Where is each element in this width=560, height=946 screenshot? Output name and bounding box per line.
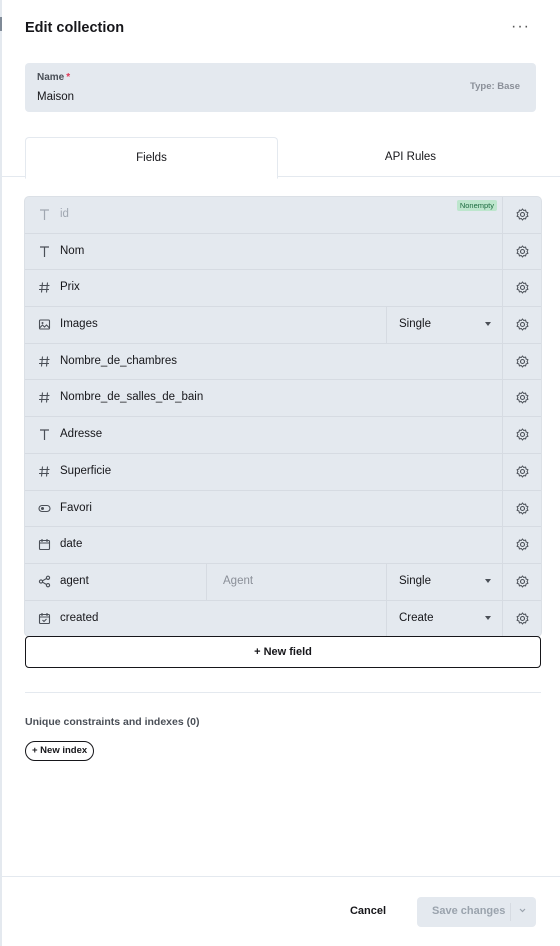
left-edge: [0, 0, 2, 946]
field-name: Nom: [60, 244, 85, 257]
field-name: Favori: [60, 501, 92, 514]
unique-constraints-title: Unique constraints and indexes (0): [25, 716, 200, 728]
save-changes-button[interactable]: Save changes: [417, 897, 536, 927]
section-divider: [25, 692, 541, 693]
cancel-button[interactable]: Cancel: [341, 897, 395, 925]
gear-icon: [516, 501, 529, 515]
number-icon: [39, 392, 50, 403]
name-value[interactable]: Maison: [37, 91, 74, 103]
toggle-icon: [38, 504, 51, 512]
caret-down-icon: [485, 615, 491, 620]
max-select-dropdown[interactable]: Single: [386, 307, 503, 343]
name-field[interactable]: Name * Maison Type: Base: [25, 63, 536, 112]
max-select-dropdown[interactable]: Single: [386, 563, 503, 600]
field-row-agent[interactable]: agent Agent Single: [25, 563, 541, 601]
gear-icon: [516, 575, 529, 588]
collection-select[interactable]: Agent: [206, 563, 387, 600]
field-settings-button[interactable]: [502, 600, 541, 637]
save-separator: [510, 903, 511, 921]
footer-divider: [0, 876, 560, 877]
autodate-dropdown[interactable]: Create: [386, 600, 503, 637]
gear-icon: [516, 208, 529, 221]
field-row-date[interactable]: date: [25, 527, 541, 564]
text-icon: [40, 246, 49, 257]
nonempty-badge: Nonempty: [456, 200, 497, 211]
new-field-button[interactable]: + New field: [25, 636, 541, 668]
field-row-nom[interactable]: Nom: [25, 233, 541, 271]
gear-icon: [516, 281, 529, 295]
relation-icon: [38, 575, 51, 588]
gear-icon: [516, 244, 529, 258]
tab-api-rules[interactable]: API Rules: [285, 137, 536, 177]
gear-icon: [516, 391, 529, 405]
gear-icon: [516, 428, 529, 441]
field-row-nombre-de-salles-de-bain[interactable]: Nombre_de_salles_de_bain: [25, 380, 541, 418]
field-name: date: [60, 538, 83, 551]
field-name: Nombre_de_chambres: [60, 354, 177, 367]
field-row-favori[interactable]: Favori: [25, 490, 541, 528]
field-name: Prix: [60, 281, 80, 294]
field-settings-button[interactable]: [502, 417, 541, 453]
field-name: Nombre_de_salles_de_bain: [60, 391, 204, 404]
field-name: Images: [60, 318, 98, 331]
number-icon: [39, 356, 50, 367]
text-icon: [40, 429, 49, 441]
tab-fields[interactable]: Fields: [25, 137, 278, 179]
field-settings-button[interactable]: [502, 527, 541, 563]
field-name: Superficie: [60, 464, 112, 477]
field-settings-button[interactable]: [502, 453, 541, 490]
fields-list: id Nonempty Nom Prix Images Single Nombr…: [25, 197, 541, 637]
field-settings-button[interactable]: [502, 233, 541, 270]
gear-icon: [516, 318, 529, 331]
chevron-down-icon[interactable]: [519, 907, 526, 914]
collection-type-label: Type: Base: [470, 81, 520, 92]
field-settings-button[interactable]: [502, 380, 541, 417]
calendar-check-icon: [38, 612, 51, 624]
field-settings-button[interactable]: [502, 197, 541, 233]
number-icon: [39, 466, 50, 477]
image-icon: [38, 319, 51, 330]
field-settings-button[interactable]: [502, 563, 541, 600]
edge-marker: [0, 17, 2, 31]
field-row-prix[interactable]: Prix: [25, 270, 541, 308]
field-row-nombre-de-chambres[interactable]: Nombre_de_chambres: [25, 343, 541, 381]
gear-icon: [516, 465, 529, 478]
calendar-icon: [38, 539, 51, 551]
field-name: created: [60, 611, 99, 624]
field-row-adresse[interactable]: Adresse: [25, 417, 541, 454]
gear-icon: [516, 354, 529, 368]
field-row-superficie[interactable]: Superficie: [25, 453, 541, 491]
field-row-images[interactable]: Images Single: [25, 307, 541, 344]
field-settings-button[interactable]: [502, 270, 541, 307]
page-title: Edit collection: [25, 20, 125, 36]
field-row-created[interactable]: created Create: [25, 600, 541, 637]
field-name: agent: [60, 574, 89, 587]
caret-down-icon: [485, 578, 491, 583]
gear-icon: [516, 538, 529, 551]
text-icon: [40, 209, 49, 220]
name-label: Name *: [37, 72, 71, 83]
number-icon: [39, 282, 50, 293]
save-label: Save changes: [432, 905, 506, 917]
field-settings-button[interactable]: [502, 343, 541, 380]
new-index-button[interactable]: + New index: [25, 741, 95, 761]
field-name: id: [60, 208, 69, 220]
more-options-button[interactable]: ···: [511, 18, 530, 36]
field-settings-button[interactable]: [502, 490, 541, 527]
caret-down-icon: [485, 322, 491, 327]
field-name: Adresse: [60, 428, 103, 441]
gear-icon: [516, 611, 529, 625]
field-row-id[interactable]: id Nonempty: [25, 197, 541, 234]
panel-header: Edit collection ···: [25, 18, 540, 38]
field-settings-button[interactable]: [502, 307, 541, 343]
